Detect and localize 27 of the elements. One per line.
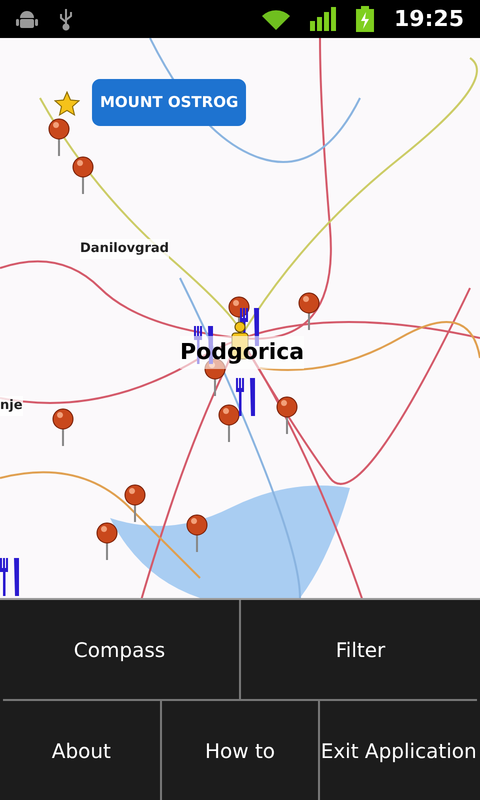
- usb-icon: [58, 7, 74, 31]
- map-pin-icon[interactable]: [186, 514, 208, 552]
- menu-item[interactable]: Exit Application: [318, 701, 478, 800]
- menu-item[interactable]: How to: [160, 701, 318, 800]
- map-pin-icon[interactable]: [218, 404, 240, 442]
- map-pin-icon[interactable]: [124, 484, 146, 522]
- star-icon: [54, 91, 80, 117]
- clock-time: 19:25: [394, 6, 464, 34]
- map-pin-icon[interactable]: [72, 156, 94, 194]
- android-icon: [16, 9, 38, 29]
- town-label: Danilovgrad: [80, 239, 169, 258]
- map-pin-icon[interactable]: [48, 118, 70, 156]
- signal-icon: [310, 7, 336, 31]
- map-pin-icon[interactable]: [276, 396, 298, 434]
- map-pin-icon[interactable]: [298, 292, 320, 330]
- menu-item[interactable]: Compass: [0, 600, 239, 699]
- map-pin-icon[interactable]: [52, 408, 74, 446]
- map-pin-icon[interactable]: [96, 522, 118, 560]
- wifi-icon: [262, 8, 290, 30]
- place-callout[interactable]: MOUNT OSTROG: [92, 79, 246, 126]
- battery-charging-icon: [356, 6, 374, 32]
- city-label: Podgorica: [180, 336, 304, 369]
- fork-knife-icon[interactable]: [0, 558, 22, 596]
- town-label: nje: [0, 396, 23, 416]
- menu-item[interactable]: Filter: [239, 600, 480, 699]
- fork-knife-icon[interactable]: [236, 378, 258, 416]
- menu-item[interactable]: About: [3, 701, 160, 800]
